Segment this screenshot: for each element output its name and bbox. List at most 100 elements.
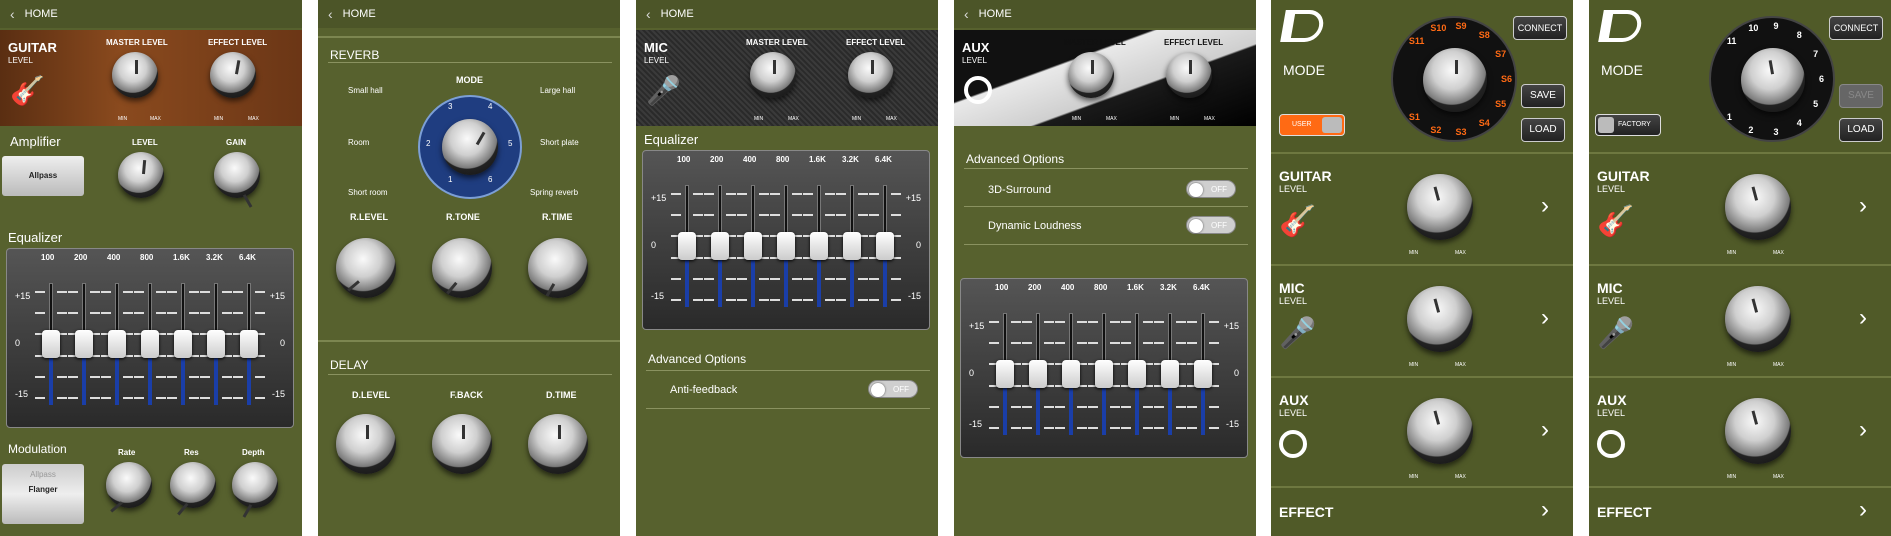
- preset-dial-label[interactable]: 11: [1727, 36, 1737, 46]
- guitar-level-knob[interactable]: [1725, 174, 1791, 240]
- mic-row[interactable]: MIC LEVEL 🎤 MIN MAX ›: [1589, 266, 1891, 376]
- mod-type-selector[interactable]: Allpass Flanger: [2, 464, 84, 524]
- preset-dial-label[interactable]: 9: [1773, 21, 1778, 31]
- effect-row[interactable]: EFFECT ›: [1271, 488, 1573, 536]
- eq-slider-thumb[interactable]: [876, 232, 894, 260]
- rate-knob[interactable]: [106, 462, 152, 513]
- preset-dial-label[interactable]: 3: [1773, 127, 1778, 137]
- eq-slider-thumb[interactable]: [843, 232, 861, 260]
- preset-dial-label[interactable]: S9: [1455, 21, 1466, 31]
- eq-slider-thumb[interactable]: [141, 330, 159, 358]
- user-factory-toggle[interactable]: FACTORY: [1595, 114, 1661, 136]
- preset-dial-label[interactable]: S3: [1455, 127, 1466, 137]
- preset-dial-label[interactable]: S11: [1409, 36, 1425, 46]
- guitar-row[interactable]: GUITAR LEVEL 🎸 MIN MAX ›: [1589, 154, 1891, 264]
- guitar-level-knob[interactable]: [1407, 174, 1473, 240]
- preset-dial-label[interactable]: 4: [1797, 118, 1802, 128]
- preset-dial-label[interactable]: S1: [1409, 112, 1420, 122]
- eq-slider-thumb[interactable]: [678, 232, 696, 260]
- preset-dial-label[interactable]: S7: [1495, 49, 1506, 59]
- preset-dial-label[interactable]: S6: [1501, 74, 1512, 84]
- preset-dial-label[interactable]: 8: [1797, 30, 1802, 40]
- effect-level-knob[interactable]: [210, 52, 256, 98]
- back-icon[interactable]: ‹: [646, 6, 651, 22]
- eq-slider-thumb[interactable]: [240, 330, 258, 358]
- mode-spring-reverb[interactable]: Spring reverb: [530, 188, 578, 197]
- preset-dial-label[interactable]: S2: [1430, 125, 1441, 135]
- chevron-right-icon[interactable]: ›: [1859, 496, 1867, 524]
- amp-gain-knob[interactable]: [214, 152, 260, 209]
- mode-large-hall[interactable]: Large hall: [540, 86, 575, 95]
- save-button[interactable]: SAVE: [1839, 84, 1883, 108]
- back-icon[interactable]: ‹: [10, 6, 15, 22]
- preset-dial-label[interactable]: S8: [1479, 30, 1490, 40]
- d-time-knob[interactable]: [528, 414, 588, 474]
- surround-toggle[interactable]: OFF: [1186, 180, 1236, 198]
- mic-row[interactable]: MIC LEVEL 🎤 MIN MAX ›: [1271, 266, 1573, 376]
- eq-slider-thumb[interactable]: [744, 232, 762, 260]
- preset-dial-label[interactable]: 1: [1727, 112, 1732, 122]
- eq-slider-thumb[interactable]: [42, 330, 60, 358]
- depth-knob[interactable]: [232, 462, 278, 519]
- eq-slider-thumb[interactable]: [711, 232, 729, 260]
- user-factory-toggle[interactable]: USER: [1279, 114, 1345, 136]
- preset-dial-label[interactable]: S4: [1479, 118, 1490, 128]
- load-button[interactable]: LOAD: [1521, 118, 1565, 142]
- connect-button[interactable]: CONNECT: [1513, 16, 1567, 40]
- eq-slider-thumb[interactable]: [174, 330, 192, 358]
- eq-slider-thumb[interactable]: [1161, 360, 1179, 388]
- amp-type-selector[interactable]: Allpass: [2, 156, 84, 196]
- chevron-right-icon[interactable]: ›: [1541, 496, 1549, 524]
- r-level-knob[interactable]: [336, 238, 396, 298]
- home-link[interactable]: HOME: [661, 8, 694, 20]
- eq-slider-thumb[interactable]: [1095, 360, 1113, 388]
- d-level-knob[interactable]: [336, 414, 396, 474]
- eq-slider-thumb[interactable]: [108, 330, 126, 358]
- amp-level-knob[interactable]: [118, 152, 164, 198]
- preset-dial-label[interactable]: 5: [1813, 99, 1818, 109]
- chevron-right-icon[interactable]: ›: [1859, 416, 1867, 444]
- mode-short-room[interactable]: Short room: [348, 188, 388, 197]
- chevron-right-icon[interactable]: ›: [1859, 304, 1867, 332]
- back-icon[interactable]: ‹: [328, 6, 333, 22]
- master-level-knob[interactable]: [750, 52, 796, 98]
- home-link[interactable]: HOME: [343, 8, 376, 20]
- master-level-knob[interactable]: [112, 52, 158, 98]
- mode-small-hall[interactable]: Small hall: [348, 86, 383, 95]
- preset-dial-label[interactable]: 2: [1748, 125, 1753, 135]
- effect-row[interactable]: EFFECT ›: [1589, 488, 1891, 536]
- preset-knob[interactable]: [1741, 48, 1805, 112]
- r-tone-knob[interactable]: [432, 238, 492, 298]
- chevron-right-icon[interactable]: ›: [1541, 416, 1549, 444]
- eq-slider-thumb[interactable]: [1062, 360, 1080, 388]
- home-link[interactable]: HOME: [25, 8, 58, 20]
- preset-dial-label[interactable]: 6: [1819, 74, 1824, 84]
- loudness-toggle[interactable]: OFF: [1186, 216, 1236, 234]
- effect-level-knob[interactable]: [848, 52, 894, 98]
- mode-room[interactable]: Room: [348, 138, 369, 147]
- back-icon[interactable]: ‹: [964, 6, 969, 22]
- preset-dial-label[interactable]: S10: [1430, 23, 1446, 33]
- eq-slider-thumb[interactable]: [996, 360, 1014, 388]
- save-button[interactable]: SAVE: [1521, 84, 1565, 108]
- load-button[interactable]: LOAD: [1839, 118, 1883, 142]
- preset-knob[interactable]: [1423, 48, 1487, 112]
- eq-slider-thumb[interactable]: [1128, 360, 1146, 388]
- mic-level-knob[interactable]: [1407, 286, 1473, 352]
- guitar-row[interactable]: GUITAR LEVEL 🎸 MIN MAX ›: [1271, 154, 1573, 264]
- aux-row[interactable]: AUX LEVEL MIN MAX ›: [1271, 378, 1573, 484]
- reverb-mode-knob[interactable]: [442, 119, 498, 175]
- aux-row[interactable]: AUX LEVEL MIN MAX ›: [1589, 378, 1891, 484]
- res-knob[interactable]: [170, 462, 216, 516]
- connect-button[interactable]: CONNECT: [1829, 16, 1883, 40]
- chevron-right-icon[interactable]: ›: [1541, 192, 1549, 220]
- eq-slider-thumb[interactable]: [777, 232, 795, 260]
- aux-level-knob[interactable]: [1407, 398, 1473, 464]
- chevron-right-icon[interactable]: ›: [1859, 192, 1867, 220]
- master-level-knob[interactable]: [1068, 52, 1114, 98]
- eq-slider-thumb[interactable]: [1194, 360, 1212, 388]
- preset-dial-label[interactable]: S5: [1495, 99, 1506, 109]
- effect-level-knob[interactable]: [1166, 52, 1212, 98]
- chevron-right-icon[interactable]: ›: [1541, 304, 1549, 332]
- eq-slider-thumb[interactable]: [810, 232, 828, 260]
